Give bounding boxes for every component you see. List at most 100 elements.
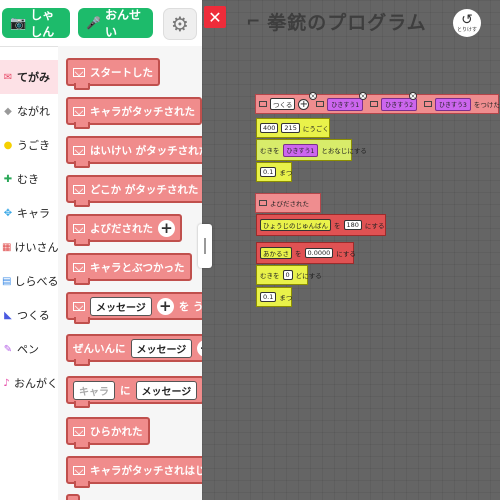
block-label: ひらかれた xyxy=(90,425,143,438)
set-direction-block[interactable]: むきを ひきすう1 とおなじにする xyxy=(256,139,367,161)
block-label: キャラがタッチされはじ xyxy=(90,464,202,477)
wait-field[interactable]: 0.1 xyxy=(260,167,277,177)
sound-button[interactable]: 🎤 おんせい xyxy=(78,8,153,39)
block-label: はいけい がタッチされた xyxy=(90,144,202,157)
block-label: まつ xyxy=(279,169,293,177)
message-receive-block[interactable]: メッセージ + を う xyxy=(66,292,202,324)
define-block[interactable]: つくる + ひきすう1 ひきすう2 ひきすう3 をつけたし xyxy=(255,94,500,114)
search-icon: ▤ xyxy=(2,275,12,287)
wait-block[interactable]: 0.1 まつ xyxy=(256,162,292,182)
category-kyara[interactable]: ✥ キャラ xyxy=(0,196,58,230)
block-label: よびだされた xyxy=(90,222,153,235)
wait-field[interactable]: 0.1 xyxy=(260,292,277,302)
category-ugoki[interactable]: ● うごき xyxy=(0,128,58,162)
char-touched-block[interactable]: キャラがタッチされた xyxy=(66,97,202,129)
block-label: キャラとぶつかった xyxy=(90,261,185,274)
photo-button[interactable]: 📷 しゃしん xyxy=(2,8,70,39)
called-block[interactable]: よびだされた + xyxy=(66,214,182,246)
category-label: ながれ xyxy=(17,105,50,118)
argument-char-3[interactable]: ひきすう3 xyxy=(435,97,471,111)
category-muki[interactable]: ✚ むき xyxy=(0,162,58,196)
settings-button[interactable]: ⚙ xyxy=(163,8,197,40)
message-field[interactable]: メッセージ xyxy=(135,380,198,400)
character-field[interactable]: キャラ xyxy=(73,380,115,400)
set-direction-block[interactable]: むきを 0 どにする xyxy=(256,265,322,285)
undo-label: とりけす xyxy=(456,27,477,33)
category-label: ペン xyxy=(17,343,39,356)
argument-char-1[interactable]: ひきすう1 xyxy=(282,143,319,157)
envelope-icon xyxy=(424,101,433,107)
left-panel: 📷 しゃしん 🎤 おんせい ⚙ ✉ てがみ ◆ ながれ ● うごき ✚ むき ✥ キャラ … xyxy=(0,0,202,500)
category-keisan[interactable]: ▦ けいさん xyxy=(0,230,58,264)
value-field[interactable]: 0.0000 xyxy=(304,248,334,258)
category-label: うごき xyxy=(17,139,50,152)
value-field[interactable]: 180 xyxy=(343,220,362,230)
y-field[interactable]: 215 xyxy=(281,123,300,133)
envelope-icon xyxy=(73,465,85,475)
close-button[interactable]: ✕ xyxy=(204,6,226,28)
message-field[interactable]: メッセージ xyxy=(90,296,152,316)
category-label: おんがく xyxy=(14,377,58,390)
category-pen[interactable]: ✎ ペン xyxy=(0,332,58,366)
block-label: とおなじにする xyxy=(321,147,367,155)
set-variable-block[interactable]: ひょうじのじゅんばん を 180 にする xyxy=(256,214,386,236)
broadcast-all-block[interactable]: ぜんいんにメッセージ+ xyxy=(66,334,202,366)
set-variable-block[interactable]: あかるさ を 0.0000 にする xyxy=(256,242,356,264)
anywhere-touched-block[interactable]: どこか がタッチされた xyxy=(66,175,202,207)
envelope-icon xyxy=(259,200,267,206)
function-name-field[interactable]: つくる xyxy=(270,98,296,110)
panel-resize-handle[interactable] xyxy=(198,224,212,268)
category-label: キャラ xyxy=(17,207,50,220)
message-field[interactable]: メッセージ xyxy=(130,338,193,358)
bg-touched-block[interactable]: はいけい がタッチされた xyxy=(66,136,202,168)
collided-block[interactable]: キャラとぶつかった xyxy=(66,253,192,285)
argument-char-1[interactable]: ひきすう1 xyxy=(327,97,364,111)
pen-icon: ✎ xyxy=(3,343,13,355)
microphone-icon: 🎤 xyxy=(86,16,101,30)
plus-icon[interactable]: + xyxy=(158,219,175,237)
block-label: どにする xyxy=(295,272,322,280)
envelope-icon xyxy=(73,67,85,77)
variable-field[interactable]: ひょうじのじゅんばん xyxy=(260,219,331,231)
category-label: むき xyxy=(17,173,39,186)
char-touch-start-block[interactable]: キャラがタッチされはじ xyxy=(66,456,202,488)
next-block[interactable] xyxy=(66,494,80,500)
envelope-icon xyxy=(73,184,85,194)
block-label: を xyxy=(295,250,302,258)
category-tegami[interactable]: ✉ てがみ xyxy=(0,60,58,94)
envelope-icon: ✉ xyxy=(3,71,13,83)
undo-button[interactable]: ↺ とりけす xyxy=(453,9,481,37)
x-field[interactable]: 400 xyxy=(260,123,279,133)
plus-icon[interactable]: + xyxy=(298,98,310,110)
calculator-icon: ▦ xyxy=(2,241,12,253)
remove-arg-icon[interactable]: × xyxy=(309,92,317,100)
opened-block[interactable]: ひらかれた xyxy=(66,417,150,449)
plus-icon[interactable]: + xyxy=(156,297,174,315)
send-to-char-block[interactable]: キャラにメッセージ xyxy=(66,376,202,408)
called-event-block[interactable]: よびだされた xyxy=(255,193,321,213)
block-label: をつけたし xyxy=(473,101,500,109)
envelope-icon xyxy=(73,106,85,116)
remove-arg-icon[interactable]: × xyxy=(359,92,367,100)
block-label: にする xyxy=(364,222,385,230)
envelope-icon xyxy=(73,426,85,436)
category-shiraberu[interactable]: ▤ しらべる xyxy=(0,264,58,298)
close-icon: ✕ xyxy=(208,7,222,27)
envelope-icon xyxy=(73,262,85,272)
category-ongaku[interactable]: ♪ おんがく xyxy=(0,366,58,400)
block-label: を う xyxy=(178,300,202,313)
block-label: ぜんいんに xyxy=(73,342,126,355)
block-label: にする xyxy=(336,250,356,258)
create-icon: ◣ xyxy=(4,309,12,321)
program-title-bar: ⌐ 拳銃のプログラム xyxy=(246,8,427,35)
move-to-block[interactable]: 400 215 にうごく xyxy=(256,118,330,138)
remove-arg-icon[interactable]: × xyxy=(409,92,417,100)
direction-field[interactable]: 0 xyxy=(282,270,293,280)
envelope-icon xyxy=(316,101,325,107)
wait-block[interactable]: 0.1 まつ xyxy=(256,287,292,307)
start-block[interactable]: スタートした xyxy=(66,58,160,90)
block-label: を xyxy=(334,222,341,230)
category-tsukuru[interactable]: ◣ つくる xyxy=(0,298,58,332)
variable-field[interactable]: あかるさ xyxy=(260,247,292,259)
category-nagare[interactable]: ◆ ながれ xyxy=(0,94,58,128)
